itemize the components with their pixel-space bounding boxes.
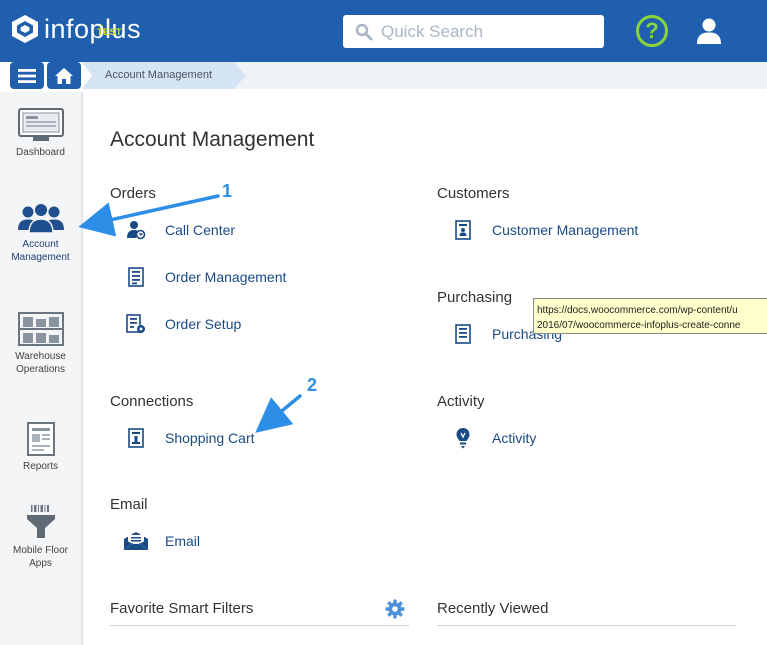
order-settings-icon (125, 313, 147, 335)
link-shopping-cart[interactable]: Shopping Cart (125, 427, 255, 449)
purchase-document-icon (452, 323, 474, 345)
sidebar-label: Account Management (11, 239, 70, 263)
breadcrumb-bar: Account Management (0, 62, 767, 92)
warehouse-shelves-icon (17, 312, 64, 346)
page-title: Account Management (110, 128, 315, 151)
link-label: Shopping Cart (165, 430, 255, 446)
sidebar-item-account-management[interactable]: Account Management (0, 202, 81, 264)
sidebar-label: Dashboard (16, 147, 65, 158)
customer-card-icon (452, 219, 474, 241)
search-icon (355, 23, 373, 40)
section-title-connections: Connections (110, 393, 194, 410)
sidebar-label: Warehouse Operations (15, 351, 66, 375)
sidebar-item-warehouse-operations[interactable]: Warehouse Operations (0, 312, 81, 376)
monitor-icon (17, 108, 64, 141)
annotation-marker-1: 1 (222, 181, 233, 201)
breadcrumb[interactable]: Account Management (82, 62, 248, 89)
link-label: Customer Management (492, 222, 639, 238)
order-list-icon (125, 266, 147, 288)
connection-card-icon (125, 427, 147, 449)
widget-title-recently-viewed: Recently Viewed (437, 600, 549, 617)
link-label: Email (165, 533, 201, 549)
sidebar-item-dashboard[interactable]: Dashboard (0, 108, 81, 159)
headset-user-icon (125, 219, 147, 241)
link-label: Order Management (165, 269, 287, 285)
link-call-center[interactable]: Call Center (125, 219, 235, 241)
widget-title-favorite-smart-filters: Favorite Smart Filters (110, 600, 254, 617)
sidebar-item-reports[interactable]: Reports (0, 422, 81, 473)
breadcrumb-current: Account Management (105, 69, 213, 81)
divider (437, 625, 736, 626)
annotation-marker-2: 2 (307, 375, 318, 395)
user-profile-icon[interactable] (696, 17, 722, 45)
section-title-orders: Orders (110, 185, 156, 202)
home-icon (55, 67, 73, 84)
link-activity[interactable]: Activity (452, 427, 536, 449)
link-label: Activity (492, 430, 537, 446)
sidebar: Dashboard Account Management Warehouse O… (0, 92, 83, 645)
divider (110, 625, 409, 626)
search-input[interactable] (381, 21, 591, 42)
menu-button[interactable] (10, 62, 44, 89)
lightbulb-icon (452, 427, 474, 449)
link-label: Call Center (165, 222, 236, 238)
infoplus-logo-icon (12, 15, 38, 43)
users-group-icon (17, 202, 64, 234)
hamburger-icon (18, 68, 36, 83)
tooltip-line: 2016/07/woocommerce-infoplus-create-conn… (537, 320, 741, 331)
barcode-scanner-icon (26, 505, 55, 538)
envelope-icon (123, 530, 149, 552)
link-order-management[interactable]: Order Management (125, 266, 286, 288)
link-label: Order Setup (165, 316, 242, 332)
tooltip-line: https://docs.woocommerce.com/wp-content/… (537, 305, 738, 316)
section-title-customers: Customers (437, 185, 510, 202)
link-url-tooltip: https://docs.woocommerce.com/wp-content/… (533, 298, 767, 334)
quick-search[interactable] (343, 15, 604, 48)
report-document-icon (26, 422, 55, 456)
link-order-setup[interactable]: Order Setup (125, 313, 241, 335)
main-content: Account Management Orders Call Center Or… (83, 92, 767, 645)
help-button[interactable]: ? (636, 15, 668, 47)
sidebar-item-mobile-floor-apps[interactable]: Mobile Floor Apps (0, 504, 81, 570)
section-title-activity: Activity (437, 393, 485, 410)
gear-icon[interactable] (385, 599, 405, 619)
home-button[interactable] (47, 62, 81, 89)
logo-text: infoplus (44, 14, 142, 44)
top-header: infoplus TEST ? (0, 0, 767, 62)
sidebar-label: Mobile Floor Apps (12, 545, 69, 569)
environment-badge: TEST (97, 27, 123, 37)
section-title-purchasing: Purchasing (437, 289, 513, 306)
link-email[interactable]: Email (123, 530, 200, 552)
link-customer-management[interactable]: Customer Management (452, 219, 638, 241)
section-title-email: Email (110, 496, 148, 513)
sidebar-label: Reports (22, 461, 58, 472)
